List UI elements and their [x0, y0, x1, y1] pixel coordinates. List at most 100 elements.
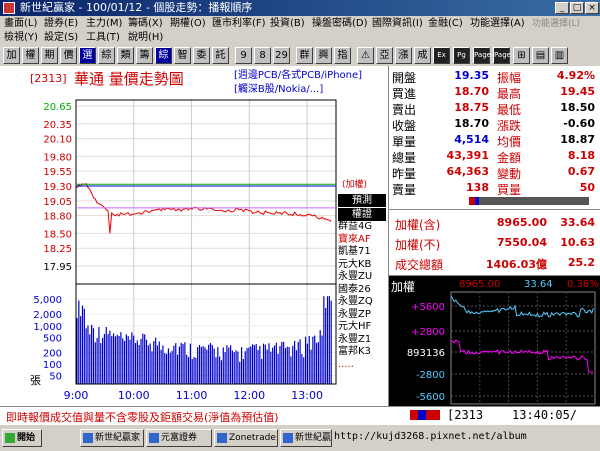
app-icon	[3, 2, 15, 14]
toolbar-button[interactable]: ▥	[551, 47, 568, 64]
x-tick-label: 9:00	[64, 389, 89, 402]
toolbar-button[interactable]: 類	[117, 47, 134, 64]
mini-tick-label: -2800	[416, 370, 445, 381]
toolbar-button[interactable]: 漲	[395, 47, 412, 64]
broker-item[interactable]: 群益4G	[338, 221, 386, 234]
broker-item[interactable]: 永豐ZU	[338, 271, 386, 284]
ref-price-label: (加權)	[342, 178, 367, 190]
toolbar-button[interactable]: 託	[212, 47, 229, 64]
index-change: 33.64	[560, 216, 595, 229]
quote-value: 19.35	[454, 69, 489, 82]
toolbar-button[interactable]: ▤	[532, 47, 549, 64]
mini-tick-label: +2800	[411, 327, 445, 338]
toolbar-button[interactable]: ⚠	[357, 47, 374, 64]
toolbar-button[interactable]: Ex	[433, 47, 450, 64]
toolbar-button[interactable]: Page	[473, 47, 491, 64]
menu-help[interactable]: 說明(H)	[128, 31, 163, 45]
y-tick-label: 18.50	[43, 229, 72, 240]
menu-screen[interactable]: 畫面(L)	[4, 17, 37, 31]
index-row: 成交總額 1406.03億 25.2	[389, 254, 600, 272]
broker-item[interactable]: 國泰26	[338, 284, 386, 297]
quote-value: 18.87	[560, 133, 595, 146]
concept-link[interactable]: [觸深B股/Nokia/...]	[234, 82, 323, 95]
menu-functions[interactable]: 功能選擇(A)	[470, 17, 525, 31]
quote-label: 賣量	[392, 183, 417, 197]
stock-code[interactable]: [2313]	[30, 72, 67, 85]
stock-title: 華通 量價走勢圖	[74, 70, 184, 88]
toolbar-button[interactable]: 興	[315, 47, 332, 64]
broker-item[interactable]: 元大KB	[338, 259, 386, 272]
menu-invest[interactable]: 投資(B)	[270, 17, 305, 31]
toolbar-button[interactable]: 指	[334, 47, 351, 64]
toolbar-button[interactable]: 價	[60, 47, 77, 64]
toolbar-button[interactable]: Pg	[453, 47, 470, 64]
y-tick-label: 17.95	[43, 262, 72, 273]
index-label: 成交總額	[395, 258, 444, 272]
toolbar-button[interactable]: Page	[493, 47, 511, 64]
maximize-button[interactable]: □	[570, 2, 584, 14]
index-label: 加權(不)	[395, 238, 441, 252]
menu-major[interactable]: 主力(M)	[86, 17, 122, 31]
y-tick-label: 19.05	[43, 197, 72, 208]
broker-item[interactable]: 凱基71	[338, 246, 386, 259]
bid-ask-bar	[389, 197, 599, 205]
sector-link[interactable]: [週邊PCB/各式PCB/iPhone]	[234, 68, 362, 81]
broker-item[interactable]: 永豐ZQ	[338, 296, 386, 309]
menu-forex[interactable]: 匯市利率(F)	[212, 17, 266, 31]
toolbar-button[interactable]: 9	[235, 47, 252, 64]
toolbar-button[interactable]: 權	[22, 47, 39, 64]
toolbar-button[interactable]: 群	[296, 47, 313, 64]
code-input[interactable]: [2313	[447, 408, 483, 422]
quote-row: 單量 4,514 均價 18.87	[389, 132, 600, 149]
start-button[interactable]: 開始	[2, 429, 42, 447]
toolbar-button[interactable]: 綜	[155, 47, 172, 64]
broker-item[interactable]: 富邦K3	[338, 346, 386, 359]
broker-item[interactable]: 永豐Z1	[338, 334, 386, 347]
chart-pane: [2313] 華通 量價走勢圖 [週邊PCB/各式PCB/iPhone] [觸深…	[0, 66, 388, 406]
volume-tick-label: 100	[43, 360, 62, 371]
menu-tools[interactable]: 工具(T)	[86, 31, 120, 45]
menu-functions-disabled: 功能選擇(L)	[532, 19, 581, 29]
y-tick-label: 20.10	[43, 135, 72, 146]
toolbar-button[interactable]: ⊞	[513, 47, 530, 64]
broker-item[interactable]: 永豐ZP	[338, 309, 386, 322]
index-mini-chart[interactable]: 加權 8965.00 33.64 0.38% +5600 +2800 893136-…	[389, 276, 600, 406]
status-red	[410, 410, 418, 420]
menu-chips[interactable]: 籌碼(X)	[128, 17, 163, 31]
status-red2	[426, 410, 440, 420]
watermark-url: http://kujd3268.pixnet.net/album	[334, 431, 527, 442]
menu-password[interactable]: 操盤密碼(D)	[312, 17, 368, 31]
forecast-tab[interactable]: 預測	[338, 194, 386, 207]
broker-item[interactable]: 寶來AF	[338, 234, 386, 247]
task-item-2[interactable]: 元富證券	[146, 429, 212, 447]
menu-settings[interactable]: 設定(S)	[44, 31, 78, 45]
task-item-3[interactable]: Zonetrade	[214, 429, 278, 447]
toolbar-button[interactable]: 綜	[98, 47, 115, 64]
menu-securities[interactable]: 證券(E)	[44, 17, 78, 31]
y-tick-label: 19.30	[43, 182, 72, 193]
toolbar-button[interactable]: 選	[79, 47, 96, 64]
toolbar-button[interactable]: 8	[254, 47, 271, 64]
toolbar-button[interactable]: 智	[174, 47, 191, 64]
index-value: 8965.00	[496, 216, 547, 229]
broker-item[interactable]: 元大HF	[338, 321, 386, 334]
toolbar-button[interactable]: 29	[273, 47, 290, 64]
menu-options[interactable]: 期權(O)	[170, 17, 206, 31]
broker-item[interactable]: .....	[338, 359, 386, 372]
menu-finance[interactable]: 金融(C)	[428, 17, 463, 31]
menu-view[interactable]: 檢視(Y)	[4, 31, 38, 45]
toolbar-button[interactable]: 籌	[136, 47, 153, 64]
toolbar-button[interactable]: 委	[193, 47, 210, 64]
warrant-tab[interactable]: 權證	[338, 208, 386, 221]
toolbar-button[interactable]: 加	[3, 47, 20, 64]
quote-value: 4.92%	[556, 69, 595, 82]
toolbar-button[interactable]: 期	[41, 47, 58, 64]
toolbar-button[interactable]: 亞	[376, 47, 393, 64]
task-item-1[interactable]: 新世紀贏家	[80, 429, 144, 447]
mini-chart-svg: +5600 +2800 893136 -2800 -5600	[407, 291, 596, 405]
close-button[interactable]: ×	[585, 2, 599, 14]
minimize-button[interactable]: _	[555, 2, 569, 14]
task-item-4[interactable]: 新世紀贏家	[280, 429, 332, 447]
menu-intl[interactable]: 國際資訊(I)	[372, 17, 423, 31]
toolbar-button[interactable]: 成	[414, 47, 431, 64]
